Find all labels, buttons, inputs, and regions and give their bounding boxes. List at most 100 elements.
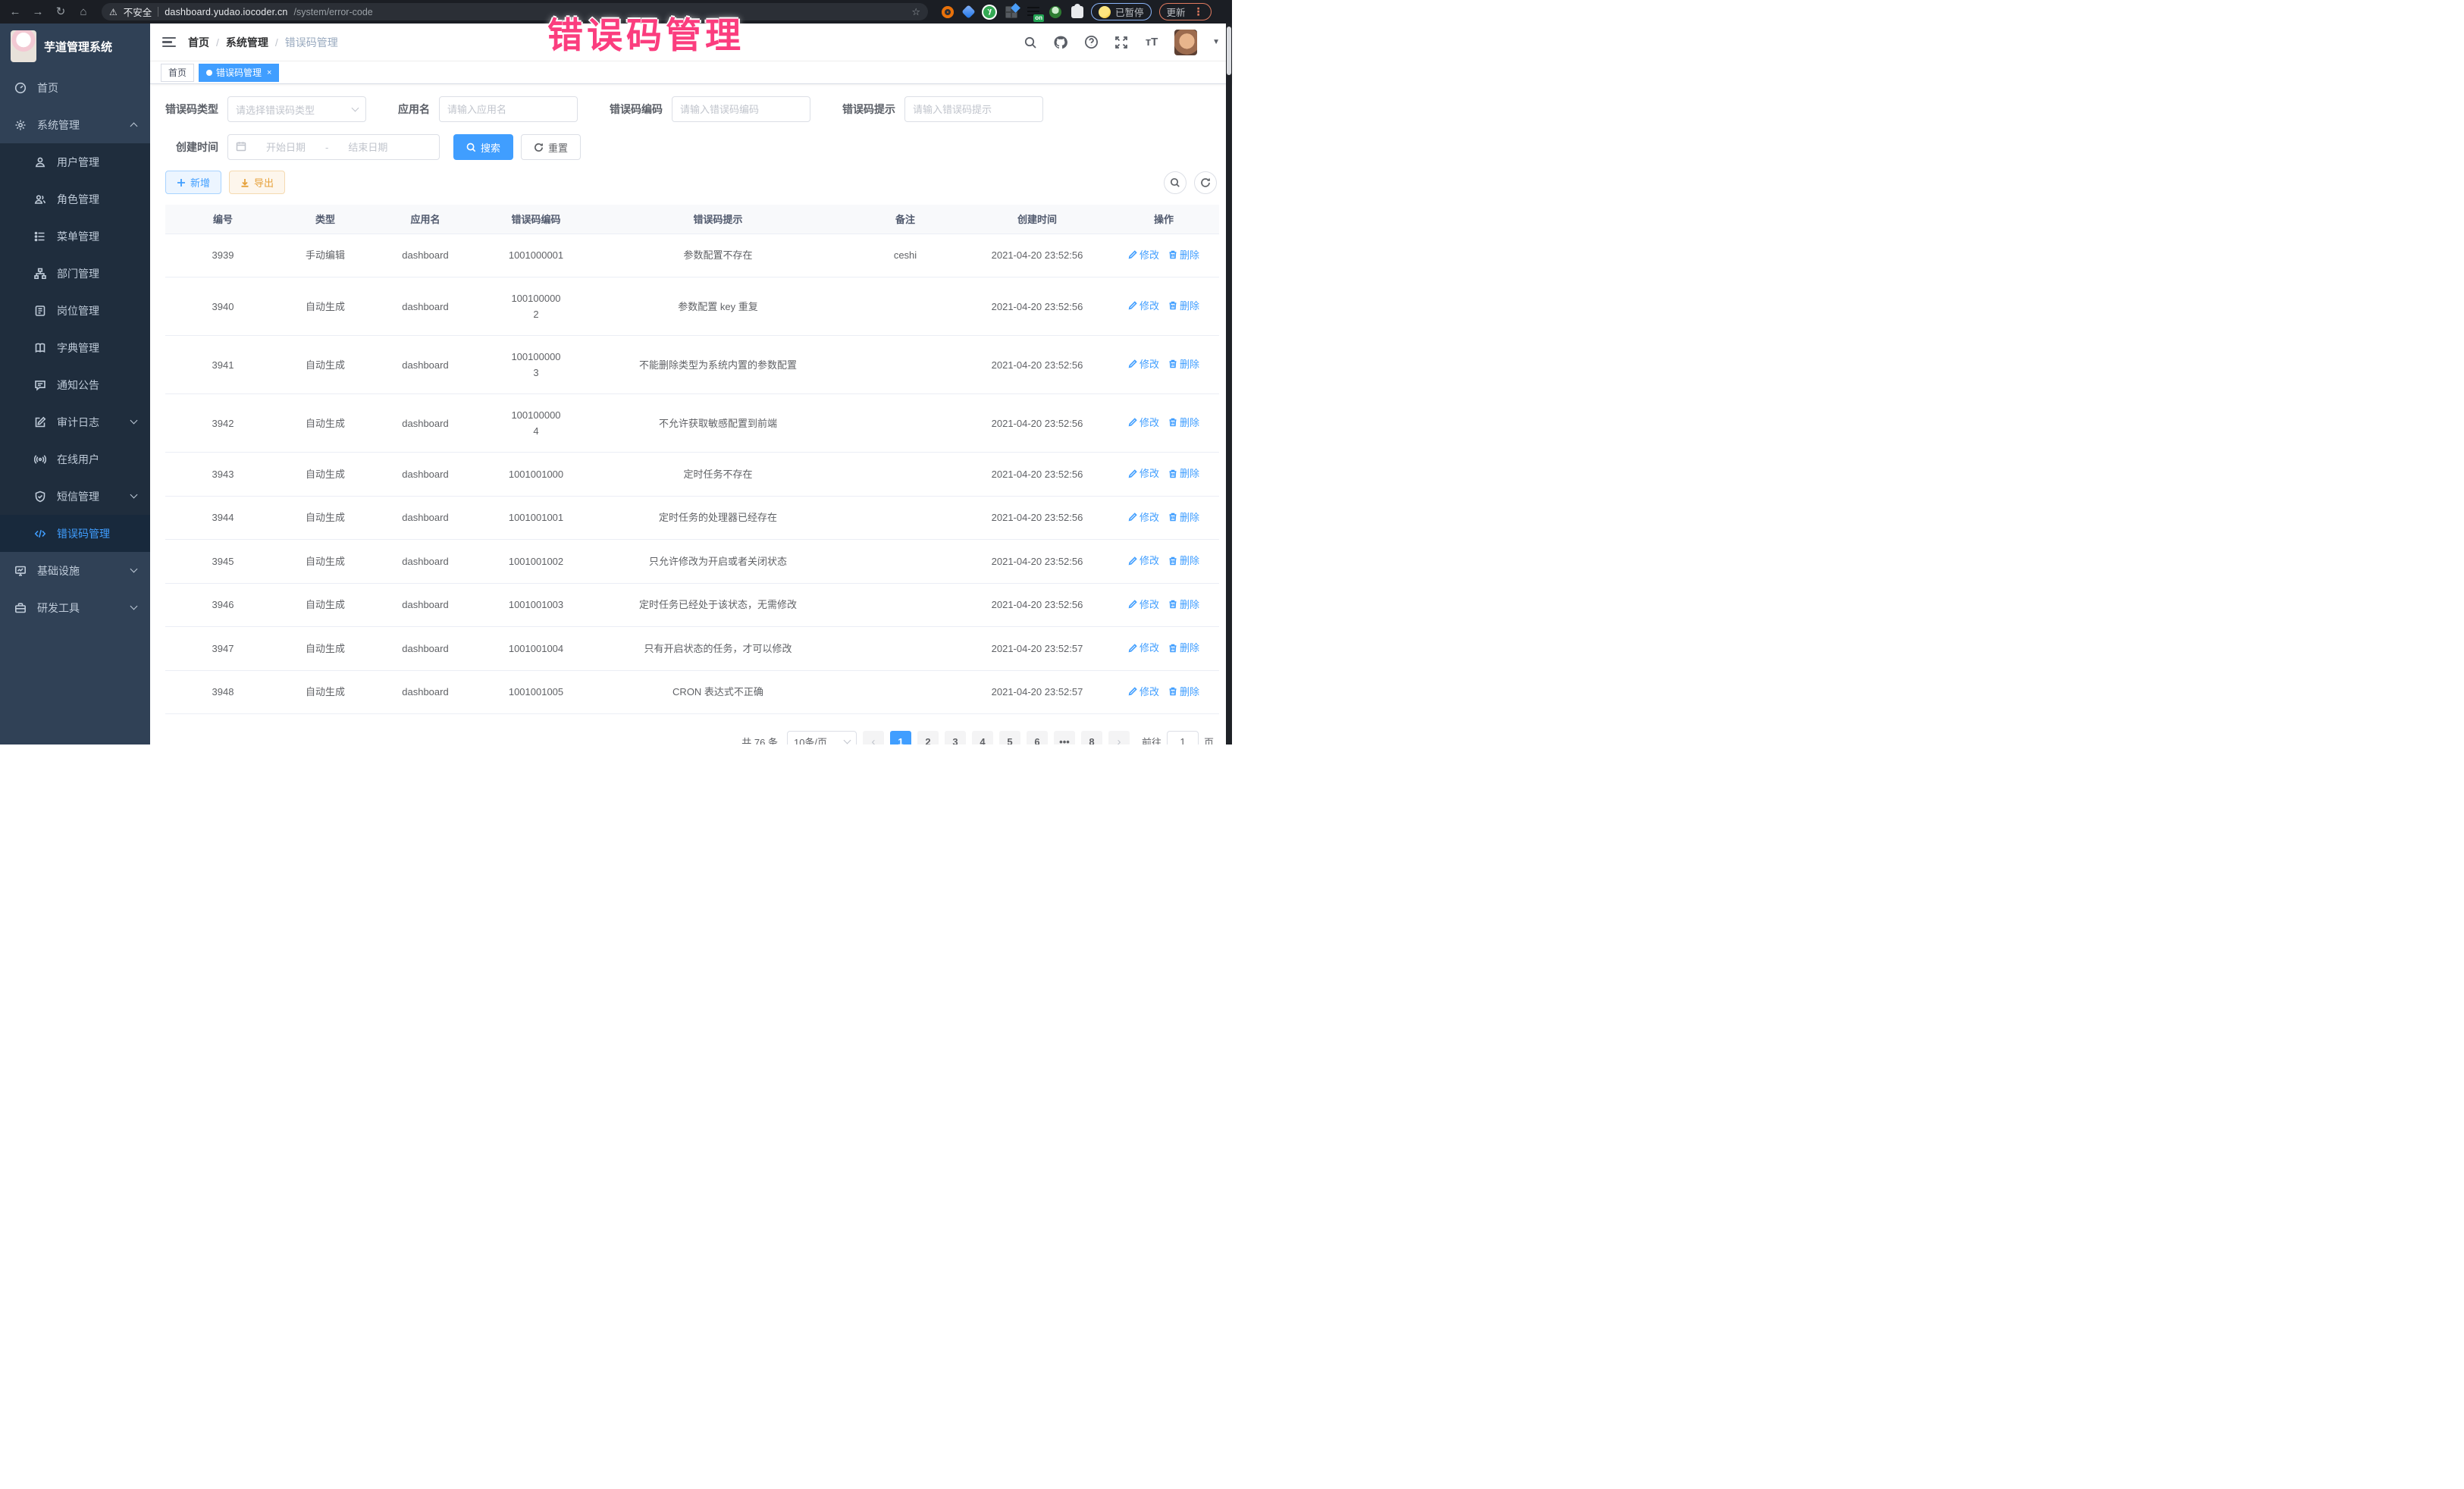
table-row: 3939手动编辑dashboard1001000001参数配置不存在ceshi2… bbox=[165, 234, 1219, 277]
sidebar-toggle-icon[interactable] bbox=[162, 37, 176, 48]
forward-icon[interactable]: → bbox=[30, 6, 45, 17]
back-icon[interactable]: ← bbox=[8, 6, 23, 17]
close-icon[interactable]: × bbox=[267, 68, 271, 77]
breadcrumb-separator: / bbox=[216, 36, 219, 49]
fullscreen-icon[interactable] bbox=[1114, 35, 1129, 50]
refresh-button[interactable] bbox=[1194, 171, 1217, 194]
delete-link[interactable]: 删除 bbox=[1168, 684, 1199, 700]
app-logo[interactable]: 芋道管理系统 bbox=[0, 24, 150, 69]
prev-page-button[interactable]: ‹ bbox=[863, 731, 884, 744]
extensions-puzzle-icon[interactable] bbox=[1071, 6, 1083, 18]
app-name-input[interactable] bbox=[447, 104, 569, 115]
sidebar-item-sms[interactable]: 短信管理 bbox=[0, 478, 150, 515]
address-bar[interactable]: ⚠ 不安全 dashboard.yudao.iocoder.cn/system/… bbox=[102, 3, 928, 20]
page-button-3[interactable]: 3 bbox=[945, 731, 966, 744]
sidebar-item-notice[interactable]: 通知公告 bbox=[0, 366, 150, 403]
tab-home[interactable]: 首页 bbox=[161, 64, 194, 82]
scrollbar-thumb[interactable] bbox=[1227, 27, 1231, 75]
next-page-button[interactable]: › bbox=[1108, 731, 1130, 744]
page-button-2[interactable]: 2 bbox=[917, 731, 939, 744]
add-button[interactable]: 新增 bbox=[165, 171, 221, 194]
edit-link[interactable]: 修改 bbox=[1128, 597, 1159, 613]
extension-plant-icon[interactable] bbox=[1049, 6, 1061, 18]
update-pill[interactable]: 更新 ⋮ bbox=[1159, 3, 1212, 20]
edit-link[interactable]: 修改 bbox=[1128, 247, 1159, 263]
delete-link[interactable]: 删除 bbox=[1168, 466, 1199, 481]
home-icon[interactable]: ⌂ bbox=[76, 6, 91, 17]
avatar-caret-icon[interactable]: ▼ bbox=[1212, 38, 1220, 46]
window-scrollbar[interactable] bbox=[1226, 24, 1232, 744]
extension-list-icon[interactable]: on bbox=[1027, 6, 1039, 18]
delete-link[interactable]: 删除 bbox=[1168, 356, 1199, 372]
user-avatar[interactable] bbox=[1174, 30, 1197, 55]
cell-app: dashboard bbox=[370, 670, 481, 714]
extension-gem-icon[interactable] bbox=[961, 5, 975, 18]
help-icon[interactable] bbox=[1083, 35, 1099, 50]
page-button-6[interactable]: 6 bbox=[1027, 731, 1048, 744]
sidebar-item-online[interactable]: 在线用户 bbox=[0, 440, 150, 478]
date-end-input[interactable] bbox=[333, 142, 403, 153]
sidebar-item-infra[interactable]: 基础设施 bbox=[0, 552, 150, 589]
page-size-select[interactable]: 10条/页 bbox=[787, 731, 857, 744]
sidebar-item-audit[interactable]: 审计日志 bbox=[0, 403, 150, 440]
extension-donut-icon[interactable] bbox=[942, 6, 954, 18]
error-type-select[interactable]: 请选择错误码类型 bbox=[227, 96, 366, 122]
export-button[interactable]: 导出 bbox=[229, 171, 285, 194]
sidebar-item-system[interactable]: 系统管理 bbox=[0, 106, 150, 143]
bookmark-star-icon[interactable]: ☆ bbox=[911, 6, 920, 18]
font-size-icon[interactable]: ᴛT bbox=[1144, 35, 1159, 50]
page-button-1[interactable]: 1 bbox=[890, 731, 911, 744]
sidebar-item-user[interactable]: 用户管理 bbox=[0, 143, 150, 180]
sidebar-item-dict[interactable]: 字典管理 bbox=[0, 329, 150, 366]
goto-page-input[interactable] bbox=[1167, 731, 1199, 744]
header-search-icon[interactable] bbox=[1023, 35, 1038, 50]
error-code-input[interactable] bbox=[680, 104, 802, 115]
page-button-8[interactable]: 8 bbox=[1081, 731, 1102, 744]
delete-link[interactable]: 删除 bbox=[1168, 509, 1199, 525]
edit-link[interactable]: 修改 bbox=[1128, 509, 1159, 525]
sidebar-item-home[interactable]: 首页 bbox=[0, 69, 150, 106]
sidebar-item-dept[interactable]: 部门管理 bbox=[0, 255, 150, 292]
sidebar-item-errcode[interactable]: 错误码管理 bbox=[0, 515, 150, 552]
reload-icon[interactable]: ↻ bbox=[53, 6, 68, 17]
delete-link[interactable]: 删除 bbox=[1168, 298, 1199, 314]
sidebar-item-devtool[interactable]: 研发工具 bbox=[0, 589, 150, 626]
sidebar-item-post[interactable]: 岗位管理 bbox=[0, 292, 150, 329]
edit-link[interactable]: 修改 bbox=[1128, 356, 1159, 372]
date-start-input[interactable] bbox=[251, 142, 321, 153]
delete-link[interactable]: 删除 bbox=[1168, 415, 1199, 431]
breadcrumb-parent[interactable]: 系统管理 bbox=[226, 35, 268, 50]
error-msg-input[interactable] bbox=[913, 104, 1035, 115]
delete-link[interactable]: 删除 bbox=[1168, 640, 1199, 656]
page-button-5[interactable]: 5 bbox=[999, 731, 1020, 744]
page-button-4[interactable]: 4 bbox=[972, 731, 993, 744]
error-msg-field-wrap bbox=[904, 96, 1043, 122]
profile-paused-pill[interactable]: 已暂停 bbox=[1091, 3, 1152, 20]
breadcrumb-home[interactable]: 首页 bbox=[188, 35, 209, 50]
edit-link[interactable]: 修改 bbox=[1128, 298, 1159, 314]
edit-link[interactable]: 修改 bbox=[1128, 415, 1159, 431]
extension-grid-icon[interactable] bbox=[1005, 6, 1017, 18]
edit-link[interactable]: 修改 bbox=[1128, 553, 1159, 569]
page-ellipsis[interactable]: ••• bbox=[1054, 731, 1075, 744]
chevron-down-icon bbox=[130, 603, 138, 610]
github-icon[interactable] bbox=[1053, 35, 1068, 50]
edit-link[interactable]: 修改 bbox=[1128, 684, 1159, 700]
page-unit-label: 页 bbox=[1204, 735, 1214, 745]
reset-button[interactable]: 重置 bbox=[521, 134, 581, 160]
delete-link[interactable]: 删除 bbox=[1168, 597, 1199, 613]
browser-menu-icon[interactable]: ⋮ bbox=[1193, 5, 1204, 18]
not-secure-warning-icon: ⚠ bbox=[109, 7, 118, 17]
edit-link[interactable]: 修改 bbox=[1128, 466, 1159, 481]
delete-link[interactable]: 删除 bbox=[1168, 247, 1199, 263]
search-button[interactable]: 搜索 bbox=[453, 134, 513, 160]
sidebar-item-role[interactable]: 角色管理 bbox=[0, 180, 150, 218]
edit-link[interactable]: 修改 bbox=[1128, 640, 1159, 656]
sidebar-item-menu[interactable]: 菜单管理 bbox=[0, 218, 150, 255]
delete-link[interactable]: 删除 bbox=[1168, 553, 1199, 569]
tab-errcode[interactable]: 错误码管理 × bbox=[199, 64, 279, 82]
extension-y-icon[interactable] bbox=[983, 6, 995, 18]
system-submenu: 用户管理 角色管理 菜单管理 部门管理 bbox=[0, 143, 150, 552]
toggle-search-button[interactable] bbox=[1164, 171, 1187, 194]
date-range-picker[interactable]: - bbox=[227, 134, 440, 160]
